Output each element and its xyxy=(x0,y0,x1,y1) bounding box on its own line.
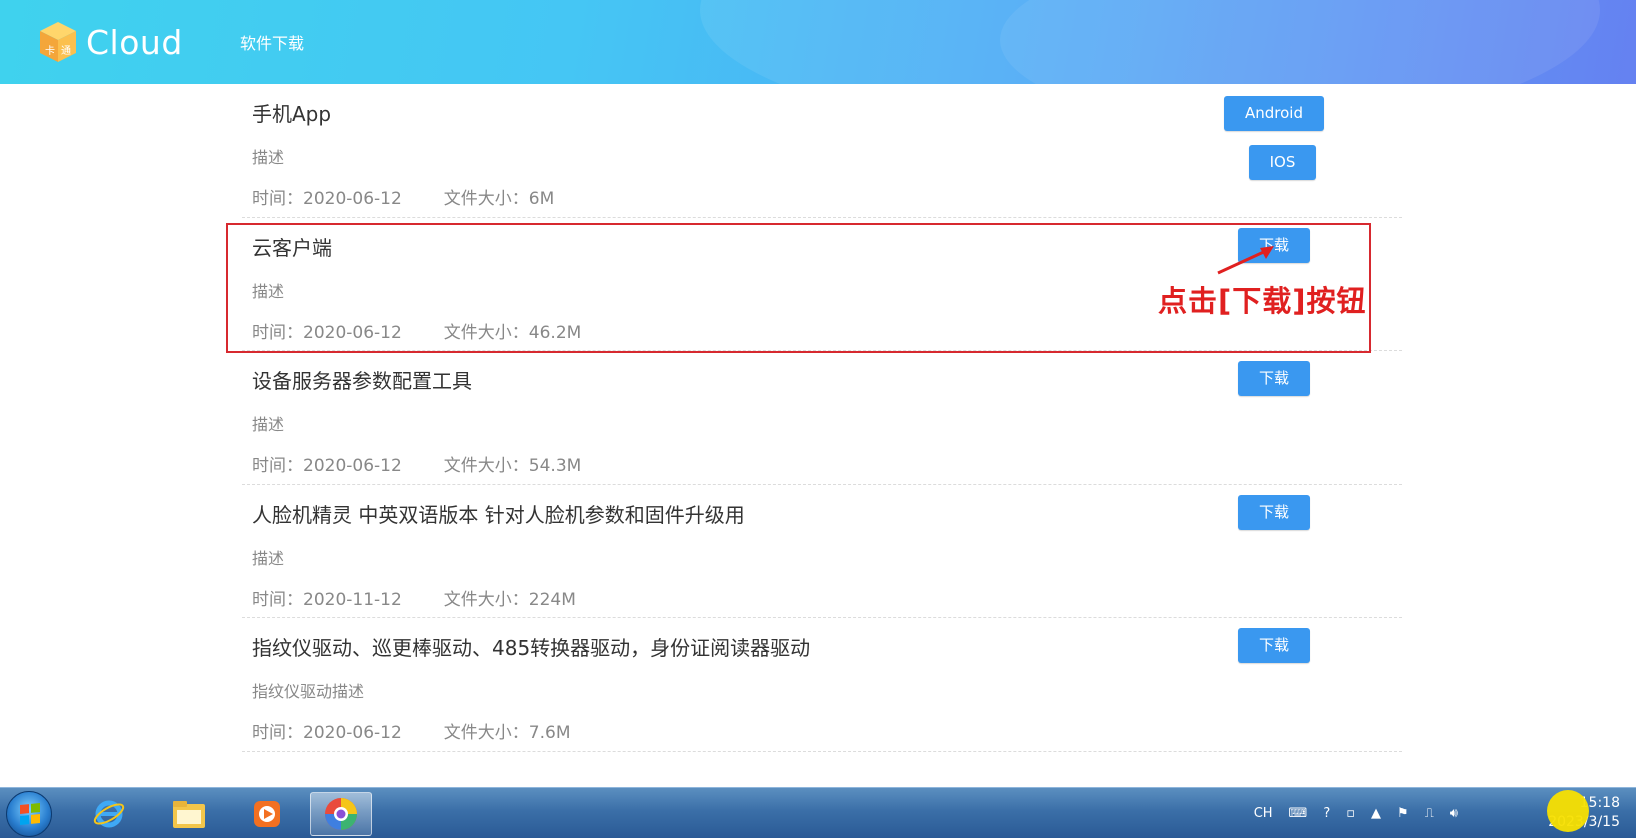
action-center-flag-icon[interactable]: ⚑ xyxy=(1397,806,1409,821)
item-meta: 时间：2020-06-12 文件大小：54.3M xyxy=(252,451,581,476)
item-title: 指纹仪驱动、巡更棒驱动、485转换器驱动，身份证阅读器驱动 xyxy=(252,636,811,660)
download-button[interactable]: 下载 xyxy=(1238,361,1310,396)
speaker-icon[interactable]: 🔊︎ xyxy=(1450,806,1458,821)
item-title: 人脸机精灵 中英双语版本 针对人脸机参数和固件升级用 xyxy=(252,502,745,527)
item-title: 设备服务器参数配置工具 xyxy=(252,369,472,393)
item-meta: 时间：2020-06-12 文件大小：6M xyxy=(252,184,554,209)
item-size: 文件大小：224M xyxy=(443,589,576,610)
download-button[interactable]: 下载 xyxy=(1238,628,1310,663)
item-time: 时间：2020-06-12 xyxy=(252,189,402,209)
nav-software-download[interactable]: 软件下载 xyxy=(240,30,304,54)
taskbar: CH ⌨ ? ▫ ▲ ⚑ ⎍ 🔊︎ 15:18 2023/3/15 xyxy=(0,787,1636,838)
list-item: 指纹仪驱动、巡更棒驱动、485转换器驱动，身份证阅读器驱动 指纹仪驱动描述 时间… xyxy=(242,618,1402,752)
item-description: 描述 xyxy=(252,415,285,434)
item-meta: 时间：2020-06-12 文件大小：7.6M xyxy=(252,718,571,743)
svg-text:卡: 卡 xyxy=(45,44,55,57)
list-item: 手机App 描述 时间：2020-06-12 文件大小：6M Android I… xyxy=(242,84,1402,218)
internet-explorer-icon[interactable] xyxy=(78,792,140,836)
top-header: 卡 通 Cloud 软件下载 xyxy=(0,0,1636,84)
download-button[interactable]: 下载 xyxy=(1238,494,1310,530)
list-item: 人脸机精灵 中英双语版本 针对人脸机参数和固件升级用 描述 时间：2020-11… xyxy=(242,485,1402,618)
help-icon[interactable]: ? xyxy=(1323,806,1330,821)
language-indicator[interactable]: CH xyxy=(1254,806,1273,821)
item-time: 时间：2020-06-12 xyxy=(252,456,402,476)
item-time: 时间：2020-11-12 xyxy=(252,589,402,610)
item-description: 指纹仪驱动描述 xyxy=(252,682,365,701)
logo-text: Cloud xyxy=(86,22,183,62)
chevron-up-icon[interactable]: ▲ xyxy=(1371,806,1381,821)
media-player-icon[interactable] xyxy=(236,792,298,836)
logo[interactable]: 卡 通 Cloud xyxy=(36,18,183,66)
box-logo-icon: 卡 通 xyxy=(36,20,80,64)
item-time: 时间：2020-06-12 xyxy=(252,723,402,743)
arrow-icon xyxy=(1217,246,1274,275)
window-icon[interactable]: ▫ xyxy=(1346,806,1355,821)
item-size: 文件大小：6M xyxy=(443,189,555,209)
item-size: 文件大小：7.6M xyxy=(443,723,571,743)
svg-text:通: 通 xyxy=(61,45,71,57)
cursor-highlight xyxy=(1547,790,1589,832)
list-item: 设备服务器参数配置工具 描述 时间：2020-06-12 文件大小：54.3M … xyxy=(242,351,1402,485)
android-download-button[interactable]: Android xyxy=(1224,96,1324,131)
item-meta: 时间：2020-11-12 文件大小：224M xyxy=(252,585,576,610)
software-list: 手机App 描述 时间：2020-06-12 文件大小：6M Android I… xyxy=(242,84,1402,752)
system-tray: CH ⌨ ? ▫ ▲ ⚑ ⎍ 🔊︎ xyxy=(1246,788,1466,838)
network-icon[interactable]: ⎍ xyxy=(1425,806,1434,821)
annotation-text: 点击[下载]按钮 xyxy=(1158,284,1367,318)
keyboard-icon[interactable]: ⌨ xyxy=(1289,806,1308,821)
browser-icon[interactable] xyxy=(310,792,372,836)
item-title: 手机App xyxy=(252,102,332,126)
windows-start-icon[interactable] xyxy=(6,791,52,837)
ios-download-button[interactable]: IOS xyxy=(1249,145,1316,180)
item-description: 描述 xyxy=(252,148,285,167)
item-description: 描述 xyxy=(252,548,285,568)
item-size: 文件大小：54.3M xyxy=(443,456,582,476)
file-explorer-icon[interactable] xyxy=(158,792,220,836)
